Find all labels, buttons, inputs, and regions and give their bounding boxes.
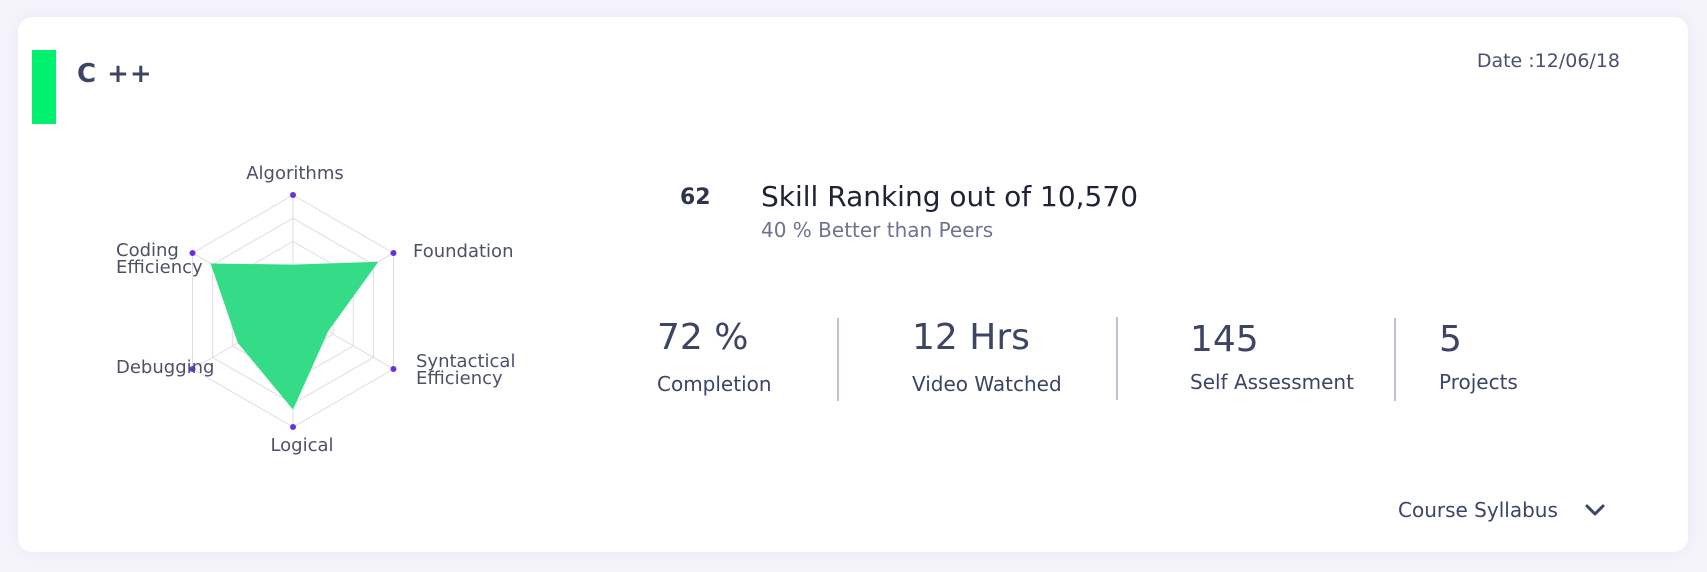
radar-label-foundation: Foundation — [413, 241, 513, 262]
stat-video-label: Video Watched — [912, 372, 1062, 396]
skill-rank-title: Skill Ranking out of 10,570 — [761, 180, 1139, 213]
stat-projects-label: Projects — [1439, 370, 1518, 394]
stat-divider — [837, 318, 839, 401]
chevron-down-icon[interactable] — [1584, 503, 1606, 517]
stat-completion-value: 72 % — [657, 317, 749, 358]
stat-divider — [1394, 318, 1396, 401]
radar-axis-point — [390, 366, 397, 372]
skill-rank-subtitle: 40 % Better than Peers — [761, 218, 994, 242]
skill-radar-chart: Algorithms Foundation Syntactical Effici… — [116, 163, 515, 456]
radar-axis-point — [290, 424, 296, 430]
radar-label-algorithms: Algorithms — [246, 163, 344, 184]
radar-label-debugging: Debugging — [116, 357, 214, 378]
radar-axis-point — [189, 250, 196, 256]
stat-projects-value: 5 — [1439, 319, 1462, 360]
radar-axis-point — [290, 192, 296, 198]
course-syllabus-toggle[interactable]: Course Syllabus — [1398, 495, 1606, 525]
stat-assessment-value: 145 — [1190, 319, 1259, 360]
stat-assessment-label: Self Assessment — [1190, 370, 1354, 394]
stat-divider — [1116, 317, 1118, 400]
course-card: C ++ Date :12/06/18 Algorithms Foundatio… — [18, 17, 1688, 552]
radar-axis-point — [390, 250, 397, 256]
radar-label-logical: Logical — [270, 435, 333, 456]
skill-rank-number: 62 — [680, 185, 711, 210]
stat-video-value: 12 Hrs — [912, 317, 1030, 358]
course-syllabus-label: Course Syllabus — [1398, 498, 1558, 522]
course-accent-bar — [32, 50, 56, 124]
stat-completion-label: Completion — [657, 372, 772, 396]
radar-label-syntactical-line2: Efficiency — [416, 368, 503, 389]
course-date: Date :12/06/18 — [1476, 50, 1620, 72]
course-title: C ++ — [77, 59, 153, 89]
radar-label-coding-line2: Efficiency — [116, 257, 203, 278]
